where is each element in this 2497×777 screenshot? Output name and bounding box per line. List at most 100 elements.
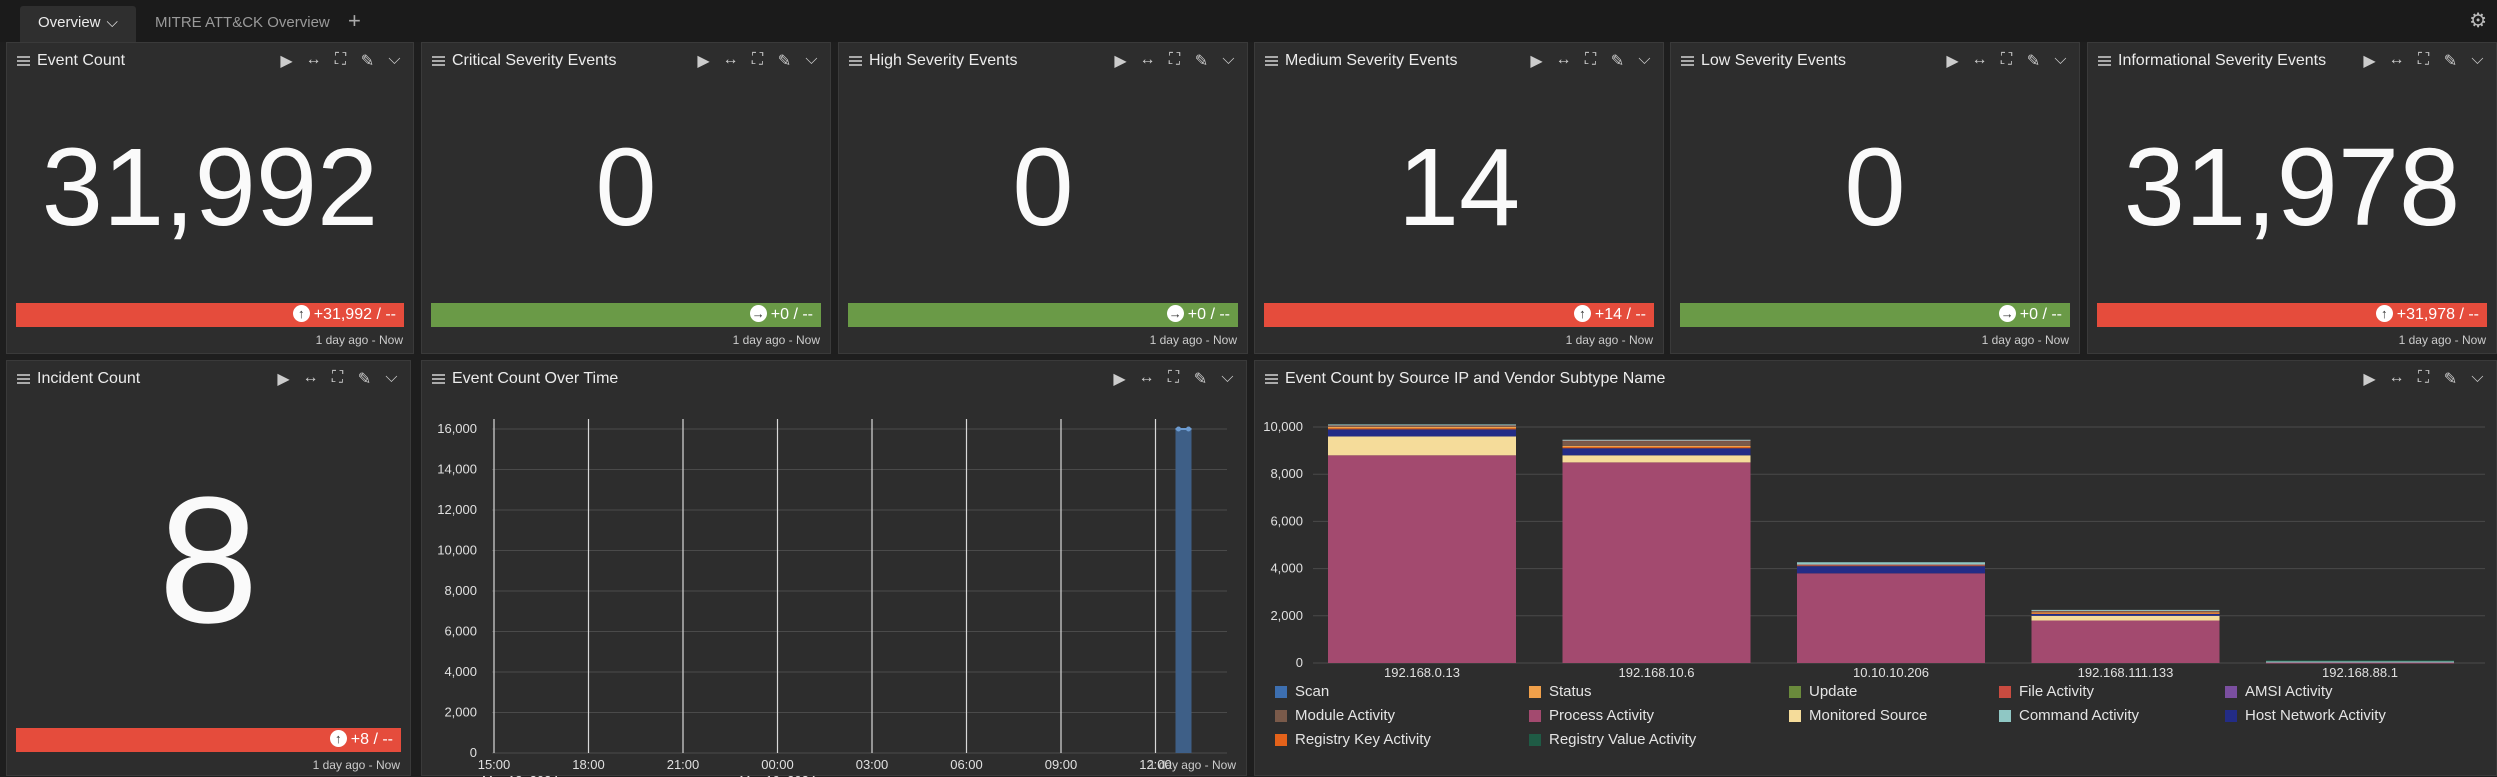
chevron-down-icon[interactable]: ⌵ <box>386 51 403 71</box>
expand-icon[interactable]: ⛶ <box>2415 51 2432 71</box>
legend-item[interactable]: Registry Value Activity <box>1529 731 1696 748</box>
drag-handle-icon[interactable] <box>1265 374 1278 384</box>
edit-icon[interactable]: ✎ <box>2442 51 2459 71</box>
legend-item[interactable]: AMSI Activity <box>2225 683 2333 700</box>
legend-item[interactable]: Module Activity <box>1275 707 1395 724</box>
play-icon[interactable]: ▶ <box>2361 369 2378 389</box>
expand-icon[interactable]: ⛶ <box>2415 369 2432 389</box>
stacked-bar-segment[interactable] <box>1562 441 1751 446</box>
stacked-bar-segment[interactable] <box>2266 660 2454 662</box>
drag-handle-icon[interactable] <box>17 374 30 384</box>
play-icon[interactable]: ▶ <box>1111 369 1128 389</box>
legend-item[interactable]: Process Activity <box>1529 707 1654 724</box>
drag-handle-icon[interactable] <box>432 56 445 66</box>
legend-item[interactable]: Monitored Source <box>1789 707 1927 724</box>
tab-overview[interactable]: Overview ⌵ <box>20 6 136 42</box>
expand-icon[interactable]: ⛶ <box>1165 369 1182 389</box>
play-icon[interactable]: ▶ <box>275 369 292 389</box>
stacked-bar-segment[interactable] <box>1328 428 1516 430</box>
resize-horizontal-icon[interactable]: ↔ <box>1139 51 1156 71</box>
edit-icon[interactable]: ✎ <box>2025 51 2042 71</box>
resize-horizontal-icon[interactable]: ↔ <box>1555 51 1572 71</box>
chevron-down-icon[interactable]: ⌵ <box>107 14 118 31</box>
edit-icon[interactable]: ✎ <box>2442 369 2459 389</box>
legend-item[interactable]: Status <box>1529 683 1592 700</box>
edit-icon[interactable]: ✎ <box>776 51 793 71</box>
stacked-bar-segment[interactable] <box>2266 662 2454 664</box>
chevron-down-icon[interactable]: ⌵ <box>383 369 400 389</box>
resize-horizontal-icon[interactable]: ↔ <box>302 369 319 389</box>
stacked-bar-segment[interactable] <box>1797 564 1985 566</box>
resize-horizontal-icon[interactable]: ↔ <box>2388 369 2405 389</box>
stacked-bar-segment[interactable] <box>1328 429 1516 437</box>
stacked-bar-segment[interactable] <box>1562 439 1751 441</box>
stacked-bar-segment[interactable] <box>1562 448 1751 456</box>
gear-icon[interactable]: ⚙ <box>2469 8 2487 33</box>
edit-icon[interactable]: ✎ <box>356 369 373 389</box>
chevron-down-icon[interactable]: ⌵ <box>2469 369 2486 389</box>
expand-icon[interactable]: ⛶ <box>1998 51 2015 71</box>
expand-icon[interactable]: ⛶ <box>1582 51 1599 71</box>
expand-icon[interactable]: ⛶ <box>749 51 766 71</box>
stacked-bar-segment[interactable] <box>1797 566 1985 574</box>
chevron-down-icon[interactable]: ⌵ <box>1220 51 1237 71</box>
drag-handle-icon[interactable] <box>432 374 445 384</box>
stacked-bar-segment[interactable] <box>1328 455 1516 663</box>
play-icon[interactable]: ▶ <box>2361 51 2378 71</box>
edit-icon[interactable]: ✎ <box>1192 369 1209 389</box>
chevron-down-icon[interactable]: ⌵ <box>2052 51 2069 71</box>
stacked-bar-segment[interactable] <box>2031 612 2220 614</box>
expand-icon[interactable]: ⛶ <box>329 369 346 389</box>
edit-icon[interactable]: ✎ <box>1609 51 1626 71</box>
play-icon[interactable]: ▶ <box>278 51 295 71</box>
play-icon[interactable]: ▶ <box>1944 51 1961 71</box>
stacked-bar-segment[interactable] <box>1328 425 1516 427</box>
stacked-bar-segment[interactable] <box>2031 620 2220 663</box>
stacked-bar-segment[interactable] <box>1328 427 1516 429</box>
resize-horizontal-icon[interactable]: ↔ <box>2388 51 2405 71</box>
resize-horizontal-icon[interactable]: ↔ <box>1971 51 1988 71</box>
time-bar[interactable] <box>1175 429 1192 753</box>
play-icon[interactable]: ▶ <box>1528 51 1545 71</box>
time-range: 1 day ago - Now <box>1565 333 1653 347</box>
stacked-bar-segment[interactable] <box>2031 615 2220 621</box>
stacked-bar-segment[interactable] <box>2031 609 2220 611</box>
chevron-down-icon[interactable]: ⌵ <box>803 51 820 71</box>
stacked-bar-segment[interactable] <box>1328 436 1516 456</box>
legend-item[interactable]: Command Activity <box>1999 707 2139 724</box>
legend-item[interactable]: Host Network Activity <box>2225 707 2386 724</box>
event-count-by-source-ip-panel: Event Count by Source IP and Vendor Subt… <box>1254 360 2497 776</box>
legend-item[interactable]: Update <box>1789 683 1857 700</box>
x-tick-label: 03:00 <box>856 757 889 772</box>
drag-handle-icon[interactable] <box>849 56 862 66</box>
resize-horizontal-icon[interactable]: ↔ <box>305 51 322 71</box>
chevron-down-icon[interactable]: ⌵ <box>1219 369 1236 389</box>
expand-icon[interactable]: ⛶ <box>1166 51 1183 71</box>
stacked-bar-segment[interactable] <box>1562 447 1751 449</box>
stacked-bar-segment[interactable] <box>1797 562 1985 565</box>
resize-horizontal-icon[interactable]: ↔ <box>722 51 739 71</box>
edit-icon[interactable]: ✎ <box>1193 51 1210 71</box>
drag-handle-icon[interactable] <box>1681 56 1694 66</box>
chevron-down-icon[interactable]: ⌵ <box>1636 51 1653 71</box>
x-tick-label: 18:00 <box>572 757 605 772</box>
stacked-bar-segment[interactable] <box>1797 573 1985 663</box>
drag-handle-icon[interactable] <box>2098 56 2111 66</box>
stacked-bar-segment[interactable] <box>1562 462 1751 663</box>
resize-horizontal-icon[interactable]: ↔ <box>1138 369 1155 389</box>
stacked-bar-segment[interactable] <box>1562 445 1751 448</box>
drag-handle-icon[interactable] <box>1265 56 1278 66</box>
edit-icon[interactable]: ✎ <box>359 51 376 71</box>
chevron-down-icon[interactable]: ⌵ <box>2469 51 2486 71</box>
tab-mitre-attack-overview[interactable]: MITRE ATT&CK Overview <box>137 6 348 42</box>
play-icon[interactable]: ▶ <box>695 51 712 71</box>
add-tab-icon[interactable]: + <box>348 8 361 34</box>
legend-item[interactable]: Scan <box>1275 683 1329 700</box>
play-icon[interactable]: ▶ <box>1112 51 1129 71</box>
stacked-bar-segment[interactable] <box>1562 455 1751 463</box>
legend-item[interactable]: Registry Key Activity <box>1275 731 1431 748</box>
stacked-bar-segment[interactable] <box>1328 424 1516 426</box>
legend-item[interactable]: File Activity <box>1999 683 2094 700</box>
drag-handle-icon[interactable] <box>17 56 30 66</box>
expand-icon[interactable]: ⛶ <box>332 51 349 71</box>
